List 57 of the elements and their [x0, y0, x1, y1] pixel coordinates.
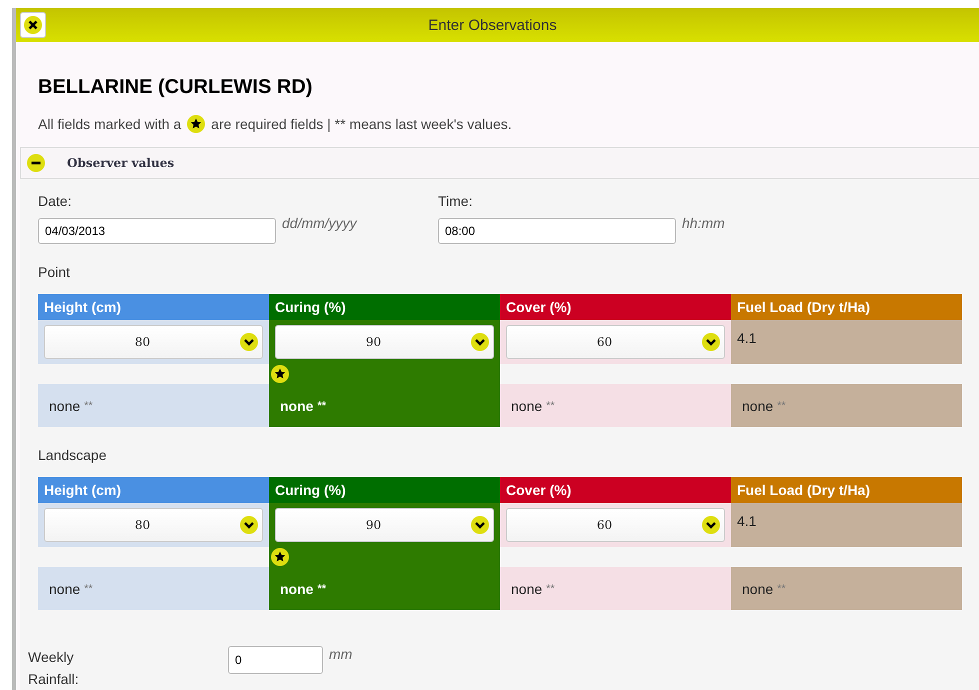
unit-label: mm — [329, 646, 352, 662]
chevron-down-icon — [240, 333, 258, 351]
select-dropdown[interactable]: 60 — [506, 508, 725, 542]
last-week-mark: ** — [317, 400, 326, 412]
last-week-value: none — [742, 580, 774, 596]
input-field[interactable]: 04/03/2013 — [38, 218, 276, 244]
last-week-mark: ** — [546, 582, 555, 594]
column-header: Curing (%) — [269, 477, 500, 503]
format-hint: hh:mm — [682, 215, 725, 231]
group-label: Landscape — [38, 447, 108, 463]
column-header: Curing (%) — [269, 294, 500, 320]
chevron-down-icon — [240, 516, 258, 534]
column-header: Fuel Load (Dry t/Ha) — [731, 477, 962, 503]
format-hint: dd/mm/yyyy — [282, 215, 357, 231]
column-header: Height (cm) — [38, 477, 269, 503]
select-dropdown[interactable]: 80 — [44, 325, 263, 359]
select-dropdown[interactable]: 90 — [275, 325, 494, 359]
chevron-down-icon — [702, 333, 720, 351]
last-week-value: none — [280, 398, 314, 414]
last-week-value: none — [511, 398, 542, 414]
input-field[interactable]: 0 — [228, 646, 323, 674]
collapse-icon — [27, 154, 45, 172]
select-dropdown[interactable]: 80 — [44, 508, 263, 542]
close-icon — [23, 15, 43, 35]
close-button[interactable] — [20, 12, 46, 38]
column-header: Cover (%) — [500, 477, 731, 503]
chevron-down-icon — [702, 516, 720, 534]
column-header: Height (cm) — [38, 294, 269, 320]
fuel-load-value: 4.1 — [737, 513, 756, 529]
last-week-mark: ** — [777, 582, 786, 594]
last-week-value: none — [49, 398, 80, 414]
last-week-value: none — [742, 398, 774, 414]
field-label: Time: — [438, 193, 474, 209]
required-note: are required fields | ** means last week's values. — [211, 116, 512, 132]
last-week-value: none — [49, 580, 80, 596]
required-note: All fields marked with a — [38, 116, 182, 132]
fuel-load-value: 4.1 — [737, 330, 756, 346]
section-header[interactable]: Observer values — [20, 147, 979, 179]
last-week-mark: ** — [777, 400, 786, 412]
field-label: Weekly Rainfall: — [28, 648, 80, 689]
field-label: Date: — [38, 193, 72, 209]
last-week-mark: ** — [84, 400, 93, 412]
last-week-value: none — [280, 580, 314, 596]
last-week-mark: ** — [546, 400, 555, 412]
window-title: Enter Observations — [427, 16, 558, 34]
column-header: Fuel Load (Dry t/Ha) — [731, 294, 962, 320]
last-week-mark: ** — [317, 582, 326, 594]
chevron-down-icon — [471, 516, 489, 534]
select-dropdown[interactable]: 60 — [506, 325, 725, 359]
location-heading: BELLARINE (CURLEWIS RD) — [38, 76, 314, 99]
select-dropdown[interactable]: 90 — [275, 508, 494, 542]
last-week-value: none — [511, 580, 542, 596]
chevron-down-icon — [471, 333, 489, 351]
input-field[interactable]: 08:00 — [438, 218, 676, 244]
group-label: Point — [38, 264, 71, 280]
last-week-mark: ** — [84, 582, 93, 594]
column-header: Cover (%) — [500, 294, 731, 320]
